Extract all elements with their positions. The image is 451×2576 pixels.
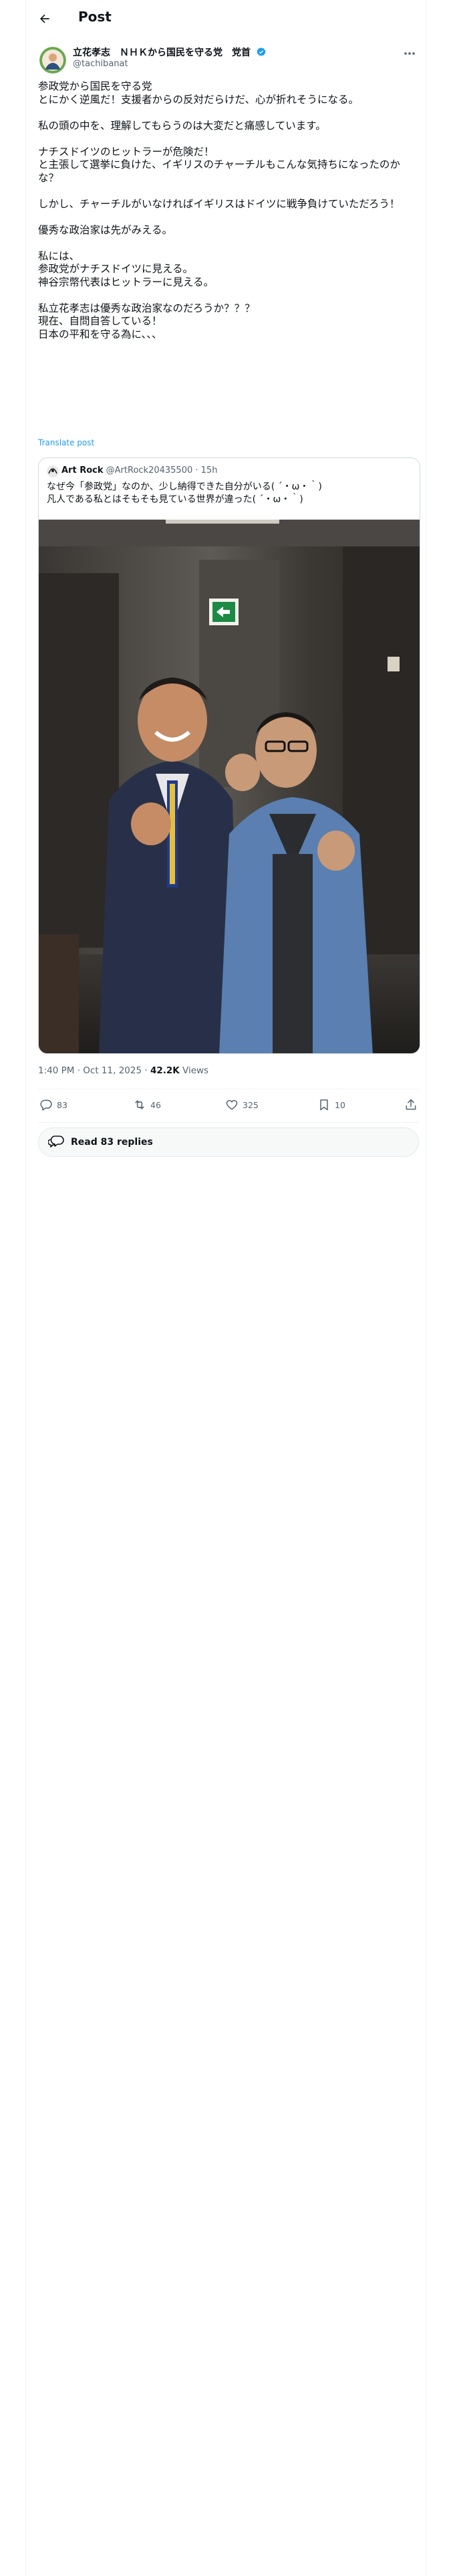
action-bar: 83 46 325 10 <box>38 1093 419 1119</box>
chat-bubbles-icon <box>48 1136 64 1148</box>
quoted-author-avatar <box>47 465 59 477</box>
page-title: Post <box>78 9 112 25</box>
quoted-line: なぜ今「参政党」なのか、少し納得できた自分がいる( ´・ω・｀) <box>47 481 322 492</box>
top-bar: Post <box>26 0 427 37</box>
post-text: 参政党から国民を守る党 とにかく逆風だ！支援者からの反対だらけだ、心が折れそうに… <box>38 80 419 341</box>
post-detail-column: Post 立花孝志 ＮＨＫから国民を守る党 党首 @tachibanat 参政党… <box>25 0 426 2576</box>
share-button[interactable] <box>404 1098 418 1111</box>
read-replies-label: Read 83 replies <box>71 1137 153 1148</box>
repost-count: 46 <box>150 1099 161 1110</box>
heart-icon <box>226 1099 238 1110</box>
post-line: しかし、チャーチルがいなければイギリスはドイツに戦争負けていただろう！ <box>38 197 400 210</box>
author-handle[interactable]: @tachibanat <box>73 59 128 69</box>
repost-button[interactable]: 46 <box>133 1098 161 1111</box>
quoted-post-card[interactable]: Art Rock @ArtRock20435500 · 15h なぜ今「参政党」… <box>38 457 420 1054</box>
post-line: ナチスドイツのヒットラーが危険だ！ <box>38 145 214 158</box>
back-button[interactable] <box>35 9 54 28</box>
like-count: 325 <box>243 1099 259 1110</box>
post-line: 私の頭の中を、理解してもらうのは大変だと痛感しています。 <box>38 119 326 132</box>
separator-dot: · <box>77 1065 84 1076</box>
verified-badge-icon <box>256 47 267 60</box>
quoted-author-handle: @ArtRock20435500 <box>106 465 193 475</box>
post-date[interactable]: Oct 11, 2025 <box>83 1065 142 1076</box>
author-name-text: 立花孝志 ＮＨＫから国民を守る党 党首 <box>73 47 251 58</box>
reply-button[interactable]: 83 <box>39 1098 67 1111</box>
reply-icon <box>40 1099 52 1111</box>
bookmark-count: 10 <box>335 1099 345 1110</box>
separator-dot: · <box>195 465 201 475</box>
post-line: 現在、自問自答している！ <box>38 315 162 327</box>
author-avatar[interactable] <box>39 47 66 74</box>
post-line: とにかく逆風だ！支援者からの反対だらけだ、心が折れそうになる。 <box>38 93 359 106</box>
divider <box>38 1122 419 1123</box>
arrow-left-icon <box>40 14 49 23</box>
post-line: 日本の平和を守る為に、、、 <box>38 328 162 340</box>
like-button[interactable]: 325 <box>225 1098 259 1111</box>
bookmark-button[interactable]: 10 <box>317 1098 345 1111</box>
translate-post-link[interactable]: Translate post <box>38 438 94 447</box>
views-label: Views <box>182 1065 209 1076</box>
post-line: 私には、 <box>38 249 80 262</box>
views-count: 42.2K <box>150 1065 180 1076</box>
post-timestamp: 1:40 PM · Oct 11, 2025 · 42.2K Views <box>38 1065 208 1076</box>
post-line: 私立花孝志は優秀な政治家なのだろうか？？？ <box>38 302 255 314</box>
quoted-line: 凡人である私とはそもそも見ている世界が違った( ´・ω・｀) <box>47 494 303 505</box>
quoted-post-header: Art Rock @ArtRock20435500 · 15h <box>61 465 217 475</box>
quoted-post-photo <box>39 520 420 1053</box>
post-line: と主張して選挙に負けた、イギリスのチャーチルもこんな気持ちになったのかな？ <box>38 158 400 184</box>
post-line: 優秀な政治家は先がみえる。 <box>38 223 173 236</box>
more-options-button[interactable] <box>402 47 418 60</box>
quoted-post-text: なぜ今「参政党」なのか、少し納得できた自分がいる( ´・ω・｀) 凡人である私と… <box>47 481 414 506</box>
reply-count: 83 <box>57 1099 67 1110</box>
author-name[interactable]: 立花孝志 ＮＨＫから国民を守る党 党首 <box>73 45 267 60</box>
separator-dot: · <box>144 1065 150 1076</box>
quoted-author-name: Art Rock <box>61 465 104 475</box>
quoted-post-time: 15h <box>200 465 218 475</box>
read-replies-button[interactable]: Read 83 replies <box>38 1128 419 1157</box>
post-line: 参政党から国民を守る党 <box>38 80 152 92</box>
post-line: 参政党がナチスドイツに見える。 <box>38 263 194 275</box>
more-horizontal-icon <box>404 52 415 55</box>
post-line: 神谷宗幣代表はヒットラーに見える。 <box>38 276 214 288</box>
post-time[interactable]: 1:40 PM <box>38 1065 74 1076</box>
repost-icon <box>135 1100 144 1109</box>
bookmark-icon <box>320 1099 328 1111</box>
share-icon <box>406 1099 416 1110</box>
